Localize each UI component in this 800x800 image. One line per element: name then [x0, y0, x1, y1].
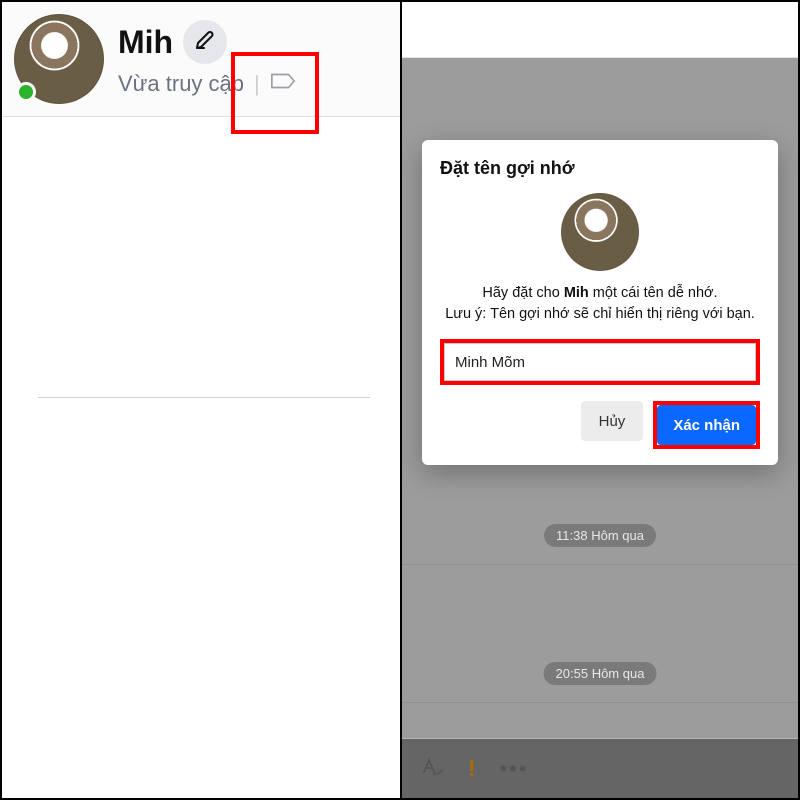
highlight-confirm-button: Xác nhận: [653, 401, 760, 449]
right-header-blank: [402, 2, 798, 58]
contact-name: Mih: [118, 24, 173, 61]
more-icon[interactable]: •••: [499, 756, 528, 782]
chat-separator: [402, 702, 798, 703]
chat-header-panel: Mih Vừa truy cập |: [2, 2, 402, 798]
instruction-prefix: Hãy đặt cho: [482, 285, 563, 301]
timestamp-pill: 20:55 Hôm qua: [544, 662, 657, 685]
instruction-name: Mih: [564, 285, 589, 301]
chat-body-left: [2, 117, 400, 783]
contact-avatar-wrap: [14, 14, 104, 104]
instruction-suffix: một cái tên dễ nhớ.: [589, 285, 718, 301]
text-format-icon[interactable]: [420, 754, 444, 784]
cancel-button[interactable]: Hủy: [581, 401, 644, 441]
chat-input-toolbar: ! •••: [402, 738, 798, 798]
toolbar-overlay: [402, 739, 798, 798]
timestamp-pill: 11:38 Hôm qua: [544, 524, 656, 547]
pencil-icon: [193, 28, 217, 57]
instruction-note: Lưu ý: Tên gợi nhớ sẽ chỉ hiển thị riêng…: [445, 306, 755, 322]
modal-title: Đặt tên gợi nhớ: [440, 158, 760, 179]
modal-contact-avatar: [561, 193, 639, 271]
chat-separator: [402, 564, 798, 565]
tag-icon[interactable]: [270, 70, 296, 98]
status-text: Vừa truy cập: [118, 71, 244, 97]
modal-avatar-wrap: [440, 193, 760, 271]
nickname-input[interactable]: [444, 343, 756, 381]
modal-actions: Hủy Xác nhận: [440, 401, 760, 449]
modal-instruction: Hãy đặt cho Mih một cái tên dễ nhớ. Lưu …: [440, 283, 760, 325]
status-separator: |: [254, 71, 260, 97]
presence-indicator: [16, 82, 36, 102]
message-divider: [38, 397, 370, 398]
header-texts: Mih Vừa truy cập |: [118, 14, 388, 98]
chat-header: Mih Vừa truy cập |: [2, 2, 400, 117]
highlight-nickname-input: [440, 339, 760, 385]
set-nickname-modal: Đặt tên gợi nhớ Hãy đặt cho Mih một cái …: [422, 140, 778, 465]
edit-nickname-button[interactable]: [183, 20, 227, 64]
name-row: Mih: [118, 20, 388, 64]
priority-icon[interactable]: !: [468, 756, 475, 782]
confirm-button[interactable]: Xác nhận: [657, 405, 756, 445]
nickname-modal-panel: 11:38 Hôm qua 20:55 Hôm qua ! ••• Đặt tê…: [402, 2, 798, 798]
status-row: Vừa truy cập |: [118, 70, 388, 98]
